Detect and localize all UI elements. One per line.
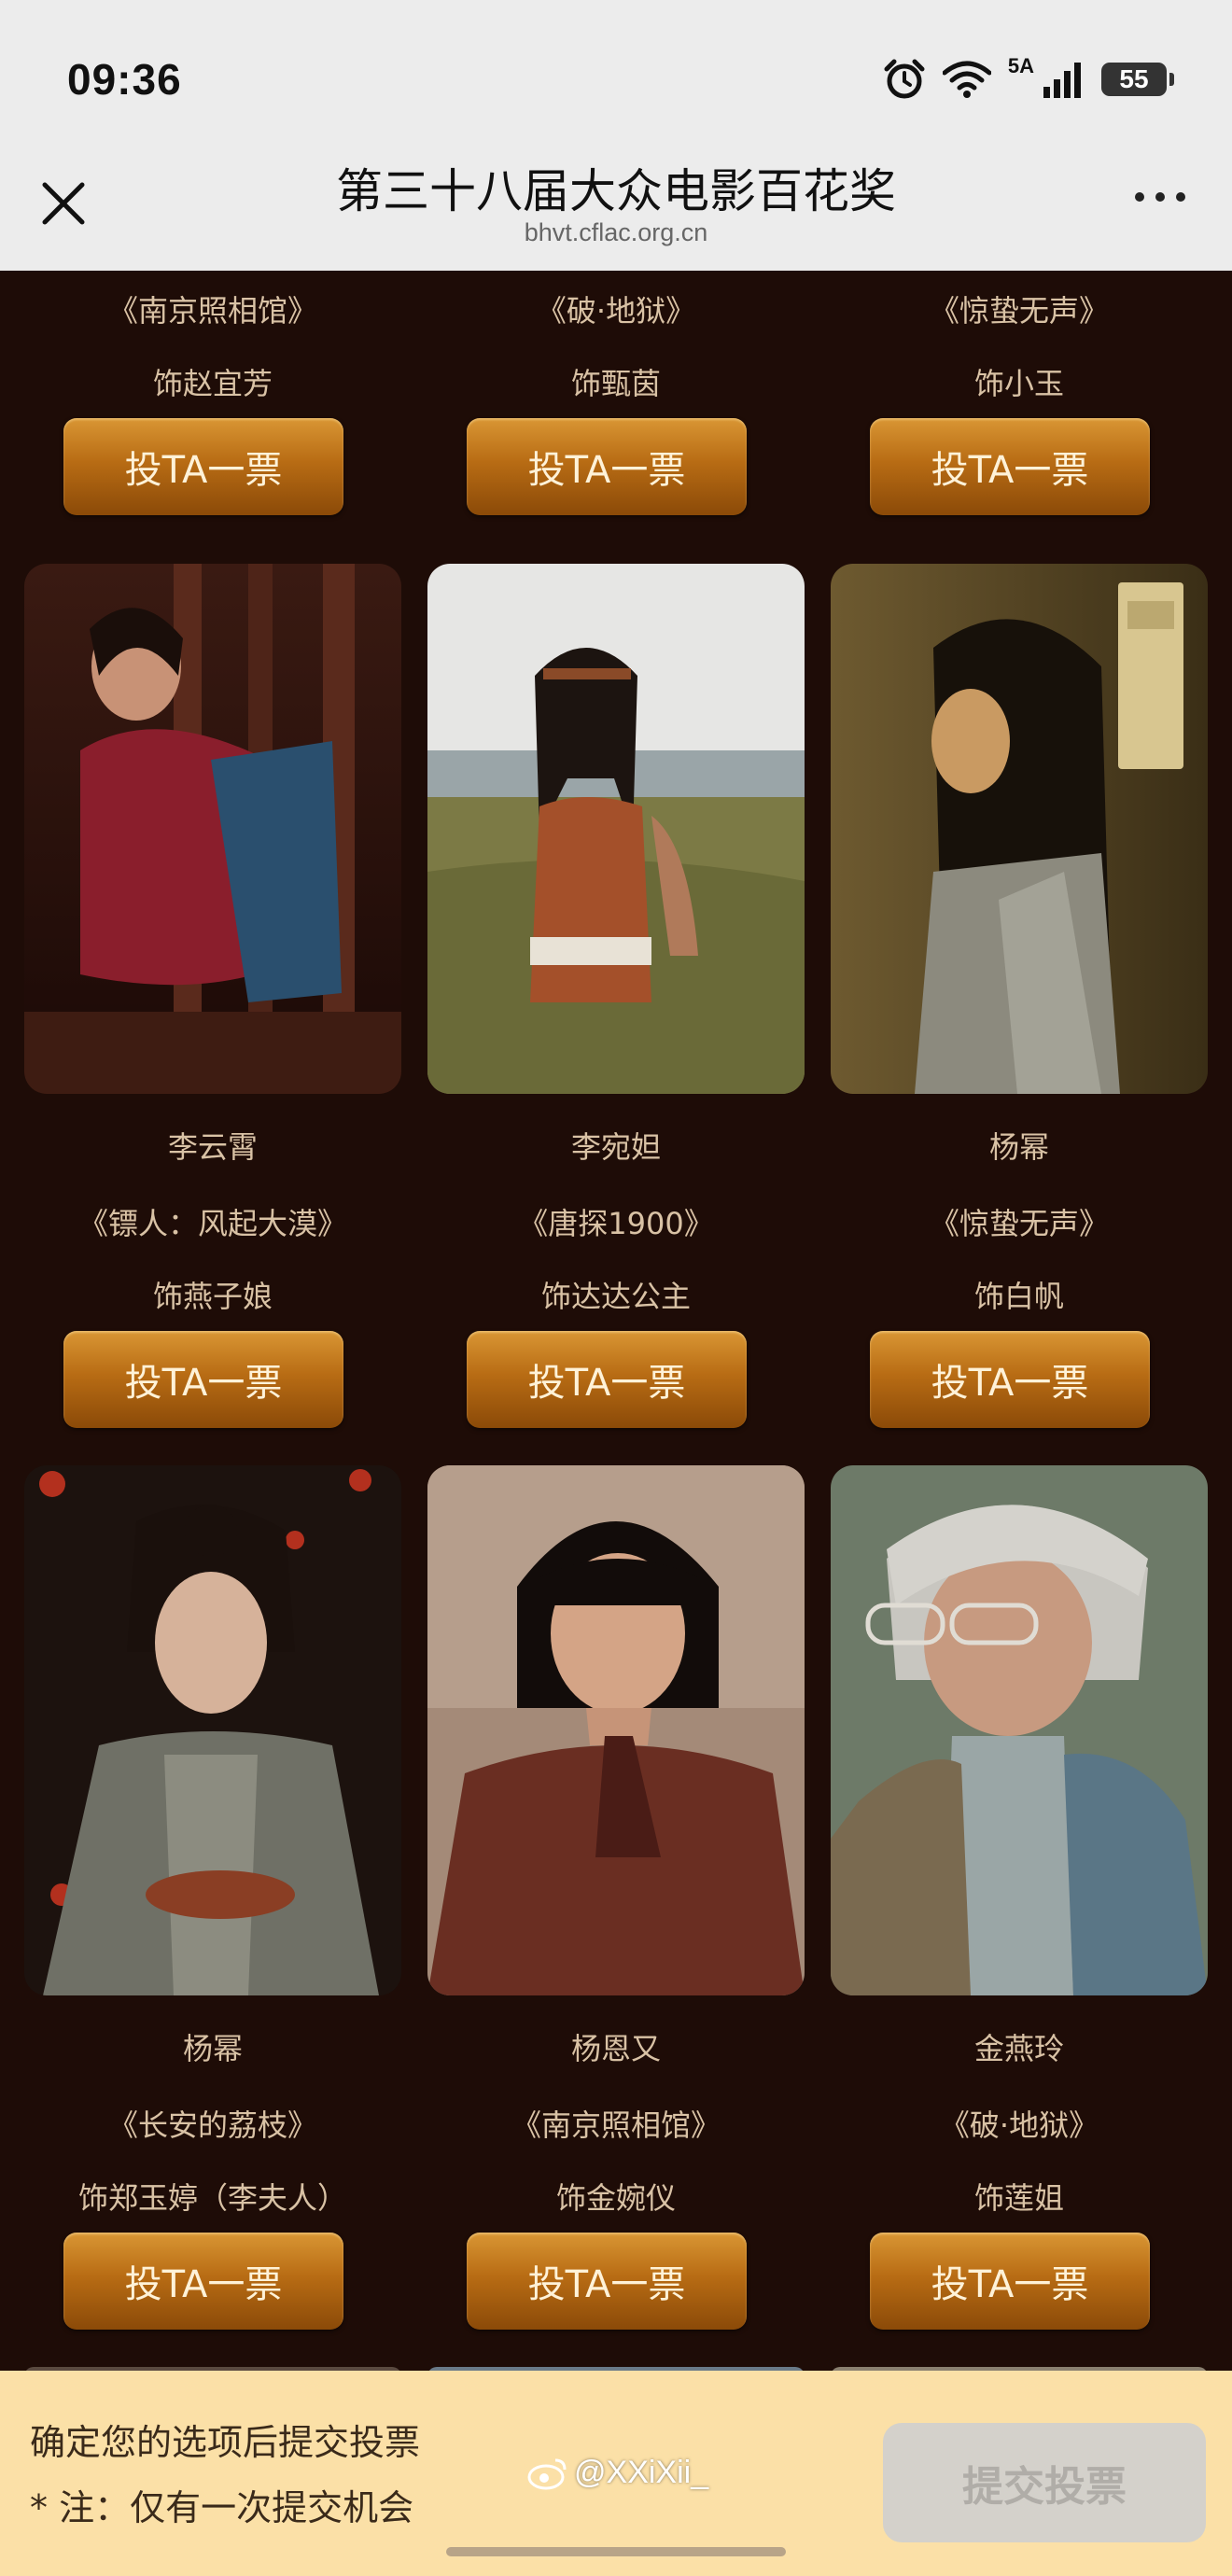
candidate-name: 杨幂 <box>988 1129 1049 1165</box>
candidate-name: 李云霄 <box>167 1129 258 1165</box>
vote-button[interactable]: 投TA一票 <box>63 418 343 515</box>
nav-bar: 第三十八届大众电影百花奖 bhvt.cflac.org.cn <box>0 140 1232 271</box>
candidate-name: 杨恩又 <box>570 2031 661 2066</box>
candidate-role: 饰白帆 <box>973 1279 1064 1314</box>
candidate-role: 饰郑玉婷（李夫人） <box>77 2180 347 2216</box>
candidate-photo[interactable] <box>427 564 805 1094</box>
candidate-role: 饰燕子娘 <box>152 1279 273 1314</box>
candidate-photo[interactable] <box>831 1465 1208 1995</box>
vote-button[interactable]: 投TA一票 <box>63 2233 343 2330</box>
candidate-list: 《南京照相馆》 饰赵宜芳 投TA一票 《破·地狱》 饰甄茵 投TA一票 《惊蛰无… <box>0 271 1232 2371</box>
candidate-role: 饰小玉 <box>973 366 1064 401</box>
status-icons: 5A 55 <box>883 54 1174 103</box>
network-label: 5A <box>1007 54 1034 77</box>
battery-icon: 55 <box>1101 63 1174 96</box>
submit-note: * 注：仅有一次提交机会 <box>30 2487 414 2528</box>
candidate-photo[interactable] <box>24 1465 401 1995</box>
confirm-instruction: 确定您的选项后提交投票 <box>30 2422 421 2463</box>
wifi-icon <box>942 60 991 99</box>
vote-button[interactable]: 投TA一票 <box>467 1331 747 1428</box>
status-bar: 09:36 5A 55 <box>0 0 1232 140</box>
vote-button[interactable]: 投TA一票 <box>870 1331 1150 1428</box>
candidate-name: 李宛妲 <box>570 1129 661 1165</box>
candidate-photo[interactable] <box>24 564 401 1094</box>
more-icon[interactable] <box>1135 192 1185 202</box>
page-url: bhvt.cflac.org.cn <box>524 218 708 246</box>
candidate-film: 《镖人：风起大漠》 <box>77 1206 347 1241</box>
weibo-icon <box>527 2458 567 2489</box>
candidate-role: 饰赵宜芳 <box>152 366 273 401</box>
alarm-icon <box>883 58 926 101</box>
candidate-role: 饰甄茵 <box>570 366 661 401</box>
candidate-film: 《破·地狱》 <box>939 2107 1099 2143</box>
page-title: 第三十八届大众电影百花奖 <box>336 164 896 218</box>
home-indicator[interactable] <box>446 2547 786 2556</box>
candidate-role: 饰金婉仪 <box>555 2180 676 2216</box>
candidate-photo[interactable] <box>831 564 1208 1094</box>
vote-button[interactable]: 投TA一票 <box>870 418 1150 515</box>
vote-button[interactable]: 投TA一票 <box>467 2233 747 2330</box>
watermark-text: @XXiXii_ <box>574 2455 709 2490</box>
submit-vote-button[interactable]: 提交投票 <box>883 2423 1206 2542</box>
candidate-film: 《破·地狱》 <box>536 293 696 329</box>
vote-button[interactable]: 投TA一票 <box>63 1331 343 1428</box>
candidate-film: 《惊蛰无声》 <box>929 1206 1109 1241</box>
candidate-film: 《长安的荔枝》 <box>107 2107 317 2143</box>
vote-button[interactable]: 投TA一票 <box>467 418 747 515</box>
candidate-name: 金燕玲 <box>973 2031 1064 2066</box>
candidate-role: 饰莲姐 <box>973 2180 1064 2216</box>
candidate-role: 饰达达公主 <box>540 1279 691 1314</box>
signal-icon <box>1042 61 1085 98</box>
status-time: 09:36 <box>67 55 182 104</box>
vote-button[interactable]: 投TA一票 <box>870 2233 1150 2330</box>
candidate-photo[interactable] <box>427 1465 805 1995</box>
candidate-name: 杨幂 <box>182 2031 243 2066</box>
candidate-film: 《南京照相馆》 <box>511 2107 721 2143</box>
watermark: @XXiXii_ <box>527 2455 708 2491</box>
candidate-film: 《惊蛰无声》 <box>929 293 1109 329</box>
candidate-film: 《唐探1900》 <box>518 1206 714 1241</box>
candidate-film: 《南京照相馆》 <box>107 293 317 329</box>
